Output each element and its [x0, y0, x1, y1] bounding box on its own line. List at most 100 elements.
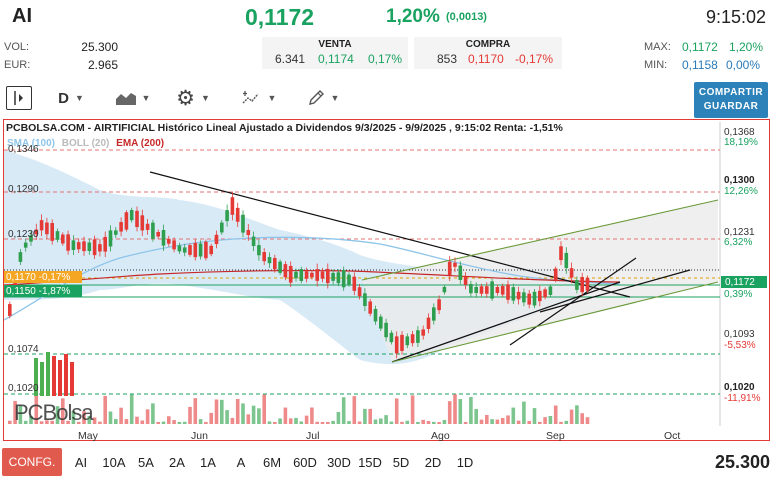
- volume-bar: [341, 397, 346, 424]
- volume-bar: [474, 408, 478, 424]
- candle-body: [172, 240, 176, 250]
- candle-body: [61, 234, 65, 244]
- volume-bar: [257, 408, 261, 424]
- candle-body: [326, 268, 330, 284]
- volume-bar: [575, 405, 579, 424]
- volume-bar: [124, 419, 129, 424]
- candle-body: [432, 307, 436, 321]
- volume-bar: [108, 411, 113, 424]
- candle-body: [379, 316, 383, 329]
- candle-body: [320, 271, 325, 279]
- period-2a-button[interactable]: 2A: [162, 450, 192, 475]
- candle-body: [384, 322, 388, 338]
- candle-body: [8, 304, 12, 316]
- left-price-label: 0,1230: [8, 229, 39, 240]
- volume-bar: [241, 403, 245, 424]
- candle-body: [18, 252, 23, 262]
- volume-bar: [103, 395, 107, 424]
- candle-body: [538, 290, 542, 302]
- volume-bar: [156, 421, 160, 424]
- bid-price-tag: 0,1170 -0,17%: [6, 272, 71, 283]
- candle-body: [543, 289, 547, 298]
- x-axis-month: May: [78, 430, 98, 442]
- volume-bar: [177, 422, 182, 424]
- volume-bar: [538, 421, 542, 424]
- right-pct-label: -5,53%: [724, 340, 756, 351]
- left-price-label: 0,1074: [8, 344, 39, 355]
- volume-bar: [500, 418, 505, 424]
- volume-bar: [214, 399, 219, 424]
- period-2d-button[interactable]: 2D: [418, 450, 448, 475]
- candle-body: [437, 299, 441, 311]
- right-pct-label: 6,32%: [724, 237, 753, 248]
- candle-body: [363, 293, 367, 306]
- volume-group: [8, 394, 590, 424]
- volume-bar: [8, 420, 12, 424]
- volume-bar: [553, 405, 558, 424]
- candle-body: [442, 286, 447, 293]
- candle-body: [315, 269, 319, 281]
- volume-bar: [204, 421, 208, 424]
- period-15d-button[interactable]: 15D: [355, 450, 385, 475]
- volume-bar: [585, 417, 590, 424]
- volume-bar: [172, 420, 176, 424]
- volume-bar: [373, 419, 378, 424]
- candle-body: [490, 281, 494, 299]
- period-6m-button[interactable]: 6M: [257, 450, 287, 475]
- volume-bar: [283, 407, 288, 424]
- candle-body: [511, 287, 516, 301]
- period-a-button[interactable]: A: [226, 450, 256, 475]
- candle-body: [564, 252, 569, 269]
- volume-bar: [564, 420, 569, 424]
- candle-body: [421, 329, 425, 336]
- period-ai-button[interactable]: AI: [66, 450, 96, 475]
- volume-bar: [299, 421, 304, 424]
- candle-body: [241, 214, 245, 233]
- volume-bar: [363, 408, 367, 424]
- candle-body: [114, 230, 118, 235]
- candle-body: [516, 291, 521, 300]
- volume-bar: [357, 421, 362, 424]
- period-5d-button[interactable]: 5D: [386, 450, 416, 475]
- volume-bar: [135, 416, 139, 424]
- volume-bar: [490, 419, 494, 424]
- volume-bar: [182, 421, 187, 424]
- period-60d-button[interactable]: 60D: [288, 450, 322, 475]
- period-5a-button[interactable]: 5A: [131, 450, 161, 475]
- legend-ema[interactable]: EMA (200): [116, 138, 164, 149]
- candle-body: [167, 238, 171, 244]
- candle-body: [294, 271, 298, 279]
- candle-body: [447, 261, 452, 276]
- right-price-label: 0,1093: [724, 329, 755, 340]
- volume-bar: [198, 419, 203, 424]
- candle-body: [257, 245, 261, 256]
- volume-bar: [119, 407, 123, 424]
- right-pct-label: 0,39%: [724, 289, 753, 300]
- candle-body: [500, 286, 505, 295]
- candle-body: [92, 239, 97, 256]
- period-30d-button[interactable]: 30D: [322, 450, 356, 475]
- period-1a-button[interactable]: 1A: [193, 450, 223, 475]
- volume-bar: [251, 405, 256, 424]
- volume-bar: [495, 419, 500, 424]
- volume-bar: [379, 418, 383, 424]
- volume-bar: [288, 418, 293, 424]
- period-10a-button[interactable]: 10A: [98, 450, 130, 475]
- candle-body: [336, 272, 341, 284]
- candle-body: [103, 236, 107, 252]
- volume-bar: [511, 407, 516, 424]
- current-price-tag: 0,1172: [725, 277, 755, 288]
- x-axis-month: Sep: [546, 430, 565, 442]
- candle-body: [204, 241, 208, 259]
- candle-body: [410, 334, 415, 344]
- price-chart[interactable]: [0, 0, 784, 446]
- left-price-label: 0,1020: [8, 383, 39, 394]
- legend-boll[interactable]: BOLL (20): [62, 138, 110, 149]
- candle-body: [262, 252, 266, 262]
- candle-body: [299, 269, 304, 281]
- right-price-label: 0,1300: [724, 175, 755, 186]
- period-1d-button[interactable]: 1D: [450, 450, 480, 475]
- candle-body: [66, 234, 70, 251]
- x-axis-month: Oct: [664, 430, 681, 442]
- config-button[interactable]: CONFG.: [2, 448, 62, 476]
